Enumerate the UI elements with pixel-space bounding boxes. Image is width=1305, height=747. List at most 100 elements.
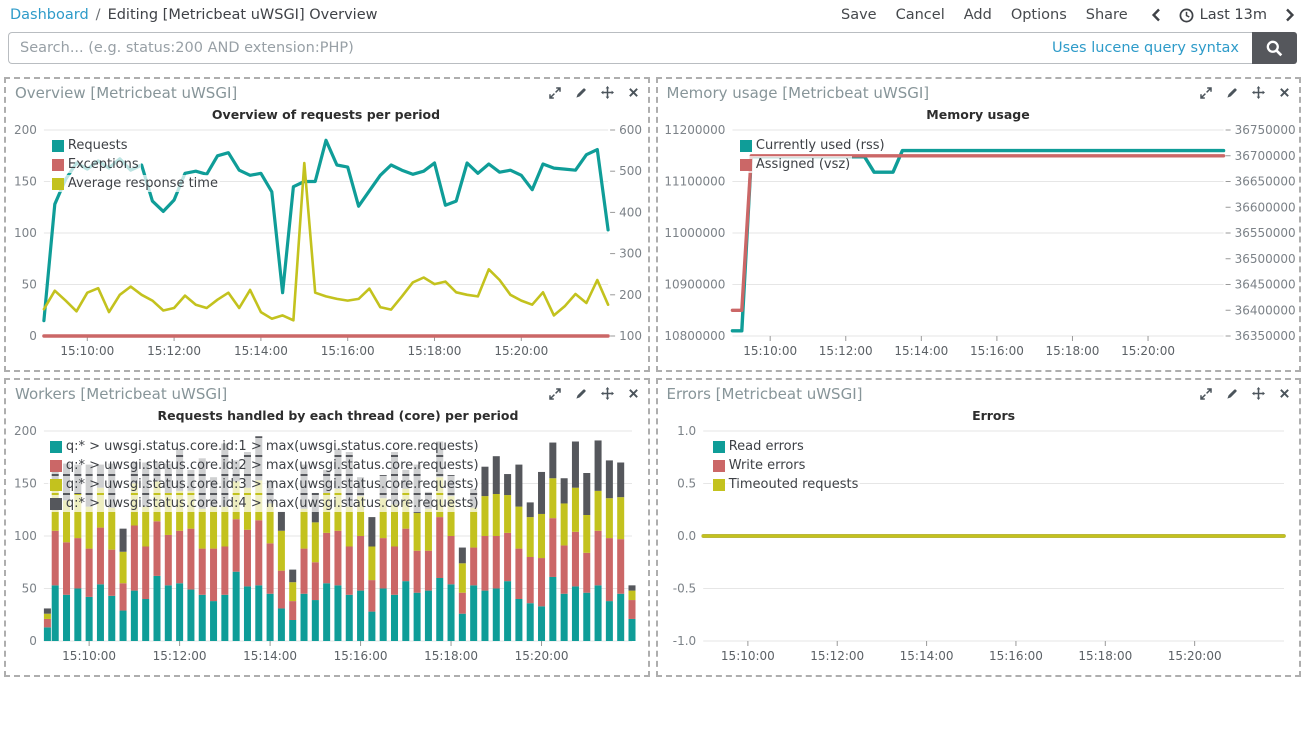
svg-text:11200000: 11200000 bbox=[664, 123, 725, 137]
svg-text:11100000: 11100000 bbox=[664, 175, 725, 189]
legend-item[interactable]: Currently used (rss) bbox=[738, 137, 887, 154]
svg-text:36600000: 36600000 bbox=[1234, 200, 1295, 214]
time-range-label: Last 13m bbox=[1200, 7, 1267, 23]
legend-item[interactable]: Timeouted requests bbox=[711, 476, 861, 493]
svg-text:36450000: 36450000 bbox=[1234, 278, 1295, 292]
time-picker-button[interactable]: Last 13m bbox=[1179, 7, 1267, 23]
chart-title: Overview of requests per period bbox=[212, 107, 440, 122]
svg-text:100: 100 bbox=[14, 226, 37, 240]
move-panel-button[interactable] bbox=[601, 86, 614, 99]
legend-item[interactable]: Exceptions bbox=[50, 156, 141, 173]
svg-text:200: 200 bbox=[619, 288, 642, 302]
search-row: Uses lucene query syntax bbox=[8, 32, 1297, 64]
expand-panel-button[interactable] bbox=[1200, 388, 1212, 400]
panel-header[interactable]: Workers [Metricbeat uWSGI] bbox=[6, 380, 648, 404]
svg-text:15:14:00: 15:14:00 bbox=[234, 344, 288, 358]
expand-panel-button[interactable] bbox=[549, 87, 561, 99]
y-axis-left: 050100150200 bbox=[14, 123, 37, 343]
chart-area: Memory usage1080000010900000110000001110… bbox=[660, 106, 1298, 368]
edit-panel-button[interactable] bbox=[575, 87, 587, 99]
svg-text:0: 0 bbox=[29, 329, 37, 343]
legend-swatch bbox=[50, 498, 62, 510]
chart-legend: Read errors Write errors Timeouted request… bbox=[711, 438, 861, 493]
remove-panel-button[interactable] bbox=[1279, 87, 1290, 98]
panel-actions bbox=[549, 86, 639, 99]
remove-panel-button[interactable] bbox=[1279, 388, 1290, 399]
remove-panel-button[interactable] bbox=[628, 87, 639, 98]
move-panel-button[interactable] bbox=[1252, 86, 1265, 99]
panel-header[interactable]: Errors [Metricbeat uWSGI] bbox=[658, 380, 1300, 404]
legend-item[interactable]: Requests bbox=[50, 137, 130, 154]
legend-swatch bbox=[52, 159, 64, 171]
legend-item[interactable]: q:* > uwsgi.status.core.id:2 > max(uwsgi… bbox=[48, 457, 481, 474]
expand-icon bbox=[1200, 87, 1212, 99]
cancel-button[interactable]: Cancel bbox=[896, 7, 945, 23]
x-axis: 15:10:0015:12:0015:14:0015:16:0015:18:00… bbox=[62, 641, 568, 663]
move-icon bbox=[1252, 387, 1265, 400]
svg-text:0: 0 bbox=[29, 634, 37, 648]
search-button[interactable] bbox=[1252, 32, 1297, 64]
move-panel-button[interactable] bbox=[601, 387, 614, 400]
legend-item[interactable]: Read errors bbox=[711, 438, 806, 455]
add-button[interactable]: Add bbox=[964, 7, 992, 23]
legend-label: q:* > uwsgi.status.core.id:1 > max(uwsgi… bbox=[66, 438, 479, 455]
breadcrumb-current: Editing [Metricbeat uWSGI] Overview bbox=[108, 7, 378, 23]
expand-panel-button[interactable] bbox=[1200, 87, 1212, 99]
edit-panel-button[interactable] bbox=[575, 388, 587, 400]
panel-header[interactable]: Memory usage [Metricbeat uWSGI] bbox=[658, 79, 1300, 103]
svg-text:150: 150 bbox=[14, 175, 37, 189]
legend-item[interactable]: q:* > uwsgi.status.core.id:1 > max(uwsgi… bbox=[48, 438, 481, 455]
panel-actions bbox=[549, 387, 639, 400]
chart-legend: Requests Exceptions Average response time bbox=[50, 137, 220, 192]
legend-item[interactable]: Assigned (vsz) bbox=[738, 156, 852, 173]
svg-text:100: 100 bbox=[14, 529, 37, 543]
edit-icon bbox=[575, 87, 587, 99]
x-axis: 15:10:0015:12:0015:14:0015:16:0015:18:00… bbox=[60, 336, 548, 358]
svg-text:36650000: 36650000 bbox=[1234, 175, 1295, 189]
svg-text:200: 200 bbox=[14, 424, 37, 438]
legend-label: q:* > uwsgi.status.core.id:3 > max(uwsgi… bbox=[66, 476, 479, 493]
svg-text:15:10:00: 15:10:00 bbox=[62, 649, 116, 663]
legend-item[interactable]: Write errors bbox=[711, 457, 808, 474]
y-axis-left: -1.0-0.50.00.51.0 bbox=[672, 424, 695, 648]
legend-label: Read errors bbox=[729, 438, 804, 455]
svg-text:15:10:00: 15:10:00 bbox=[743, 344, 797, 358]
dashboard-panel: Memory usage [Metricbeat uWSGI] Memory us… bbox=[656, 77, 1302, 372]
save-button[interactable]: Save bbox=[841, 7, 877, 23]
breadcrumb-dashboard-link[interactable]: Dashboard bbox=[10, 7, 89, 23]
time-back-button[interactable] bbox=[1151, 8, 1161, 22]
edit-panel-button[interactable] bbox=[1226, 87, 1238, 99]
svg-text:15:12:00: 15:12:00 bbox=[818, 344, 872, 358]
svg-text:15:14:00: 15:14:00 bbox=[899, 649, 953, 663]
y-axis-left: 050100150200 bbox=[14, 424, 37, 648]
legend-item[interactable]: q:* > uwsgi.status.core.id:3 > max(uwsgi… bbox=[48, 476, 481, 493]
svg-text:50: 50 bbox=[22, 582, 37, 596]
expand-icon bbox=[549, 388, 561, 400]
svg-text:500: 500 bbox=[619, 164, 642, 178]
edit-icon bbox=[1226, 388, 1238, 400]
remove-panel-button[interactable] bbox=[628, 388, 639, 399]
svg-text:36750000: 36750000 bbox=[1234, 123, 1295, 137]
share-button[interactable]: Share bbox=[1086, 7, 1128, 23]
y-axis-left: 1080000010900000110000001110000011200000 bbox=[664, 123, 725, 343]
legend-label: Exceptions bbox=[68, 156, 139, 173]
svg-text:36500000: 36500000 bbox=[1234, 252, 1295, 266]
svg-text:10900000: 10900000 bbox=[664, 278, 725, 292]
legend-swatch bbox=[52, 178, 64, 190]
legend-label: Timeouted requests bbox=[729, 476, 859, 493]
legend-item[interactable]: q:* > uwsgi.status.core.id:4 > max(uwsgi… bbox=[48, 495, 481, 512]
panel-header[interactable]: Overview [Metricbeat uWSGI] bbox=[6, 79, 648, 103]
legend-swatch bbox=[713, 479, 725, 491]
time-forward-button[interactable] bbox=[1285, 8, 1295, 22]
panel-title: Memory usage [Metricbeat uWSGI] bbox=[667, 84, 930, 102]
legend-item[interactable]: Average response time bbox=[50, 175, 220, 192]
legend-swatch bbox=[740, 159, 752, 171]
move-panel-button[interactable] bbox=[1252, 387, 1265, 400]
lucene-syntax-link[interactable]: Uses lucene query syntax bbox=[1052, 40, 1239, 56]
edit-panel-button[interactable] bbox=[1226, 388, 1238, 400]
svg-text:15:16:00: 15:16:00 bbox=[321, 344, 375, 358]
expand-panel-button[interactable] bbox=[549, 388, 561, 400]
options-button[interactable]: Options bbox=[1011, 7, 1067, 23]
y-axis-right: 3635000036400000364500003650000036550000… bbox=[1225, 123, 1295, 343]
search-input[interactable] bbox=[9, 40, 1052, 56]
